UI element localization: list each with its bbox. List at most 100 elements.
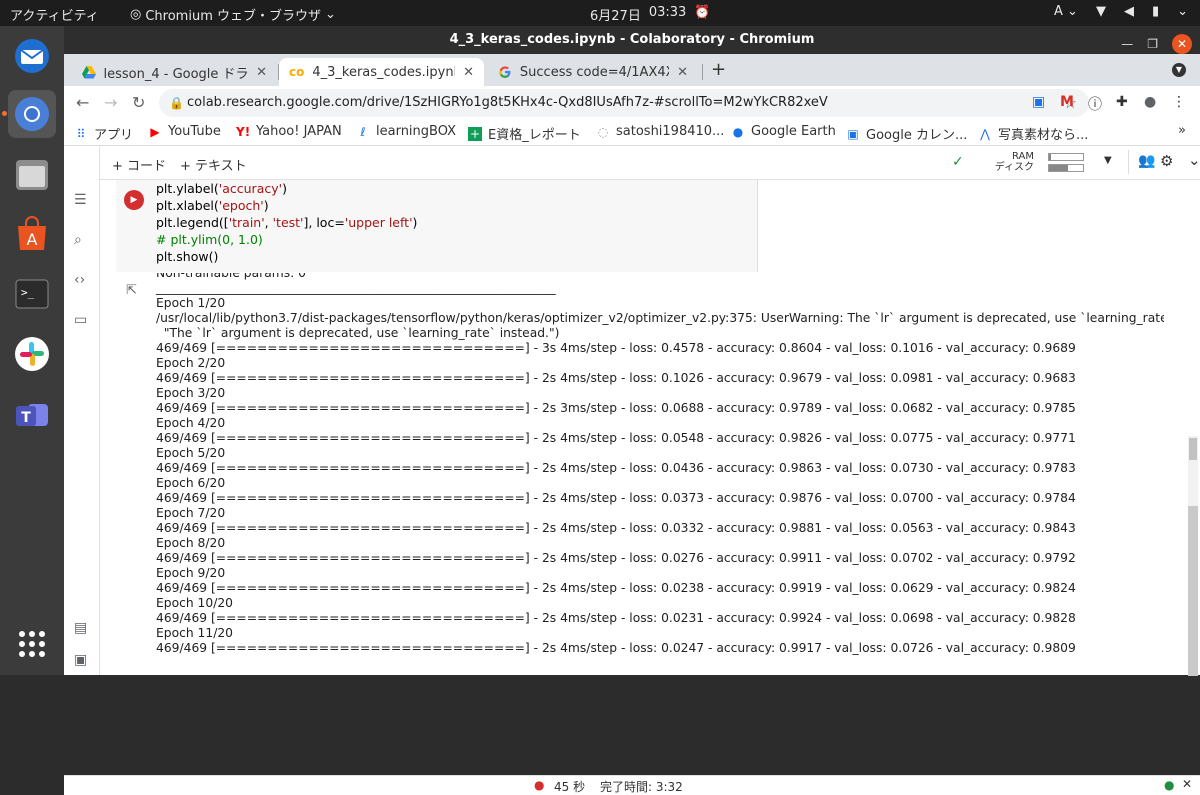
dock-slack[interactable] bbox=[8, 330, 56, 378]
chevron-down-icon[interactable]: ⌄ bbox=[1177, 4, 1188, 19]
bookmark-photo-stock[interactable]: ⋀ 写真素材なら... bbox=[978, 124, 1088, 144]
svg-text:T: T bbox=[21, 410, 31, 426]
dock-files[interactable] bbox=[8, 150, 56, 198]
volume-icon[interactable]: ◀ bbox=[1124, 4, 1134, 19]
output-line: 469/469 [==============================]… bbox=[156, 611, 1076, 625]
bookmark-google-earth[interactable]: ● Google Earth bbox=[731, 124, 836, 139]
tab-search-button[interactable]: ▼ bbox=[1172, 63, 1186, 77]
toolbar-divider bbox=[1128, 150, 1129, 174]
output-line: "The `lr` argument is deprecated, use `l… bbox=[156, 326, 560, 340]
calendar-icon: ▣ bbox=[847, 126, 859, 141]
folder-icon bbox=[16, 160, 48, 190]
chromium-icon: ◎ bbox=[130, 7, 142, 22]
code-line: plt.show() bbox=[156, 249, 219, 264]
code-editor[interactable]: plt.ylabel('accuracy') plt.xlabel('epoch… bbox=[156, 180, 417, 265]
bookmark-google-calendar[interactable]: ▣ Google カレン... bbox=[846, 124, 967, 144]
close-status-icon[interactable]: ✕ bbox=[1182, 777, 1192, 791]
clock-time: 03:33 bbox=[648, 5, 687, 20]
scrollbar-thumb[interactable] bbox=[1189, 438, 1197, 460]
disk-label: ディスク bbox=[994, 162, 1034, 173]
system-tray[interactable]: A ⌄ ▼ ◀ ▮ ⌄ bbox=[1054, 4, 1188, 19]
output-actions-icon[interactable]: ⇱ bbox=[126, 283, 137, 298]
settings-gear-icon[interactable]: ⚙ bbox=[1160, 152, 1173, 170]
dock-thunderbird[interactable] bbox=[8, 32, 56, 80]
code-line: # plt.ylim(0, 1.0) bbox=[156, 232, 263, 247]
terminal-icon[interactable]: ▣ bbox=[74, 652, 87, 668]
info-icon[interactable]: ⓘ bbox=[1088, 94, 1102, 114]
disk-usage-fill bbox=[1049, 165, 1068, 171]
dock-chromium[interactable] bbox=[2, 90, 56, 138]
tab-colab[interactable]: co 4_3_keras_codes.ipynb - C ✕ bbox=[279, 58, 484, 86]
tab-strip: lesson_4 - Google ドライブ ✕ co 4_3_keras_co… bbox=[64, 54, 1200, 86]
software-store-icon: A bbox=[18, 216, 46, 250]
profile-avatar-icon[interactable]: ● bbox=[1144, 94, 1156, 110]
input-method-indicator[interactable]: A ⌄ bbox=[1054, 4, 1078, 19]
command-palette-icon[interactable]: ▤ bbox=[74, 620, 87, 636]
bookmark-label: learningBOX bbox=[376, 124, 457, 139]
google-drive-icon bbox=[82, 65, 96, 78]
output-line: 469/469 [==============================]… bbox=[156, 401, 1076, 415]
new-tab-button[interactable]: + bbox=[711, 59, 726, 80]
tab-google-drive[interactable]: lesson_4 - Google ドライブ ✕ bbox=[72, 58, 277, 86]
bookmark-e-report[interactable]: + E資格_レポート bbox=[468, 124, 581, 143]
bookmark-satoshi[interactable]: ◌ satoshi198410... bbox=[596, 124, 725, 139]
page-scrollbar-thumb[interactable] bbox=[1188, 506, 1198, 676]
address-bar[interactable]: 🔒 colab.research.google.com/drive/1SzHIG… bbox=[159, 89, 1089, 117]
bookmark-learningbox[interactable]: ℓ learningBOX bbox=[356, 124, 457, 139]
gmail-icon[interactable]: M bbox=[1060, 94, 1074, 110]
close-tab-icon[interactable]: ✕ bbox=[463, 65, 474, 80]
forward-button[interactable]: → bbox=[104, 93, 117, 112]
toc-icon[interactable]: ☰ bbox=[74, 192, 87, 208]
dock-software[interactable]: A bbox=[8, 210, 56, 258]
terminal-icon: >_ bbox=[15, 279, 49, 309]
more-bookmarks-icon[interactable]: » bbox=[1178, 123, 1186, 138]
add-code-button[interactable]: + コード bbox=[112, 155, 166, 174]
cell-output: ⇱ Non-trainable params: 0 _______________… bbox=[116, 273, 1164, 675]
output-line: 469/469 [==============================]… bbox=[156, 461, 1076, 475]
share-people-icon[interactable]: 👥 bbox=[1138, 153, 1155, 169]
chromium-icon bbox=[15, 97, 49, 131]
url-text: colab.research.google.com/drive/1SzHIGRY… bbox=[187, 95, 828, 110]
activities-button[interactable]: アクティビティ bbox=[10, 5, 99, 24]
output-line: Epoch 5/20 bbox=[156, 446, 226, 460]
back-button[interactable]: ← bbox=[76, 93, 89, 112]
run-cell-button[interactable]: ▶ bbox=[124, 190, 144, 210]
app-menu[interactable]: ◎ Chromium ウェブ・ブラウザ ⌄ bbox=[130, 5, 336, 24]
wifi-icon[interactable]: ▼ bbox=[1096, 4, 1106, 19]
close-tab-icon[interactable]: ✕ bbox=[256, 65, 267, 80]
window-titlebar[interactable]: 4_3_keras_codes.ipynb - Colaboratory - C… bbox=[64, 26, 1200, 54]
add-text-button[interactable]: + テキスト bbox=[180, 155, 247, 174]
battery-icon[interactable]: ▮ bbox=[1152, 4, 1159, 19]
bookmark-youtube[interactable]: ▶ YouTube bbox=[148, 124, 221, 139]
dock-terminal[interactable]: >_ bbox=[8, 270, 56, 318]
bookmark-yahoo[interactable]: Y! Yahoo! JAPAN bbox=[236, 124, 342, 139]
reload-button[interactable]: ↻ bbox=[132, 93, 145, 112]
search-icon[interactable]: ⌕ bbox=[74, 232, 82, 248]
output-line: Epoch 1/20 bbox=[156, 296, 226, 310]
resource-dropdown-icon[interactable]: ▼ bbox=[1104, 155, 1112, 166]
yahoo-icon: Y! bbox=[236, 124, 251, 139]
bookmark-apps[interactable]: ⠿ アプリ bbox=[74, 124, 133, 144]
code-cell[interactable]: ▶ plt.ylabel('accuracy') plt.xlabel('epo… bbox=[116, 180, 758, 272]
dock-teams[interactable]: T bbox=[8, 390, 56, 438]
colab-sidebar: ☰ ⌕ ‹› ▭ ▤ ▣ bbox=[64, 146, 100, 675]
close-tab-icon[interactable]: ✕ bbox=[677, 65, 688, 80]
resource-monitor[interactable]: RAM ディスク bbox=[990, 151, 1034, 173]
output-line: Epoch 4/20 bbox=[156, 416, 226, 430]
collapse-chevron-icon[interactable]: ⌄ bbox=[1188, 151, 1200, 169]
google-earth-icon: ● bbox=[732, 124, 744, 139]
dock-show-apps[interactable] bbox=[8, 620, 56, 668]
clock[interactable]: 6月27日 03:33 ⏰ bbox=[590, 5, 710, 24]
tab-success-code[interactable]: Success code=4/1AX4XfW ✕ bbox=[488, 58, 698, 86]
browser-menu-icon[interactable]: ⋮ bbox=[1172, 94, 1186, 110]
extension-icon[interactable]: ▣ bbox=[1032, 94, 1045, 110]
extensions-puzzle-icon[interactable]: ✚ bbox=[1116, 94, 1128, 110]
code-snippets-icon[interactable]: ‹› bbox=[74, 272, 85, 288]
lock-icon: 🔒 bbox=[169, 96, 184, 110]
files-folder-icon[interactable]: ▭ bbox=[74, 312, 87, 328]
ram-usage-fill bbox=[1049, 154, 1051, 160]
completed-time: 完了時間: 3:32 bbox=[600, 780, 683, 794]
output-line: 469/469 [==============================]… bbox=[156, 551, 1076, 565]
close-button[interactable]: ✕ bbox=[1172, 34, 1192, 54]
code-line: plt.xlabel('epoch') bbox=[156, 198, 269, 213]
